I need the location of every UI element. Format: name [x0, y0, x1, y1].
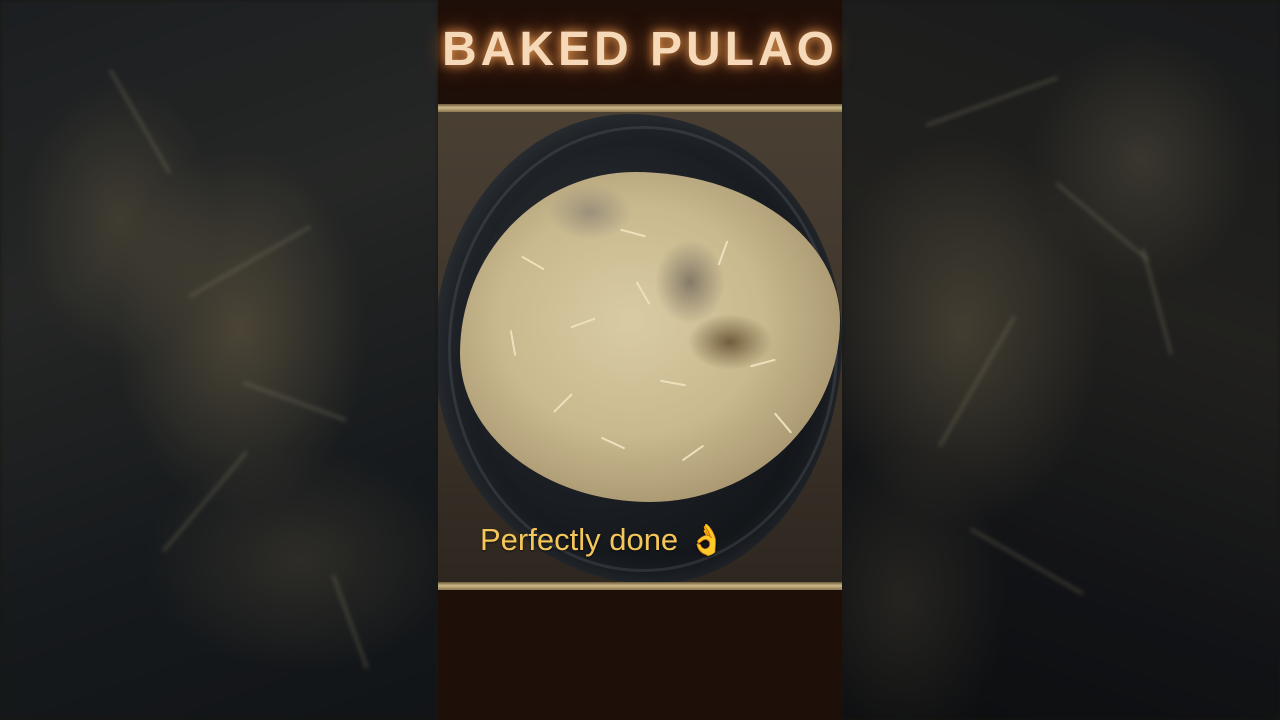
gold-divider-top	[438, 104, 842, 112]
blurred-background-left	[0, 0, 438, 720]
gold-divider-bottom	[438, 582, 842, 590]
title-text: BAKED PULAO	[441, 23, 838, 76]
dish-photo: Perfectly done 👌	[438, 112, 842, 582]
video-frame: BAKED PULAO Perfectly done 👌	[438, 0, 842, 720]
ok-hand-icon: 👌	[688, 524, 726, 557]
caption-text: Perfectly done 👌	[480, 522, 726, 558]
blurred-background-right	[842, 0, 1280, 720]
caption-label: Perfectly done	[480, 522, 679, 557]
